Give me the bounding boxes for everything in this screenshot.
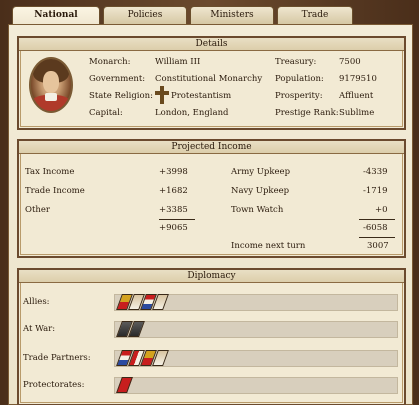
monarch-value: William III xyxy=(155,57,201,67)
prestige-value: Sublime xyxy=(339,108,375,118)
allies-label: Allies: xyxy=(23,297,50,307)
diplomacy-title: Diplomacy xyxy=(19,270,404,283)
tax-income-label: Tax Income xyxy=(25,167,75,177)
diplomacy-panel: Diplomacy Allies: At War: Trade Partners… xyxy=(17,268,406,405)
income-panel: Projected Income Tax Income +3998 Trade … xyxy=(17,139,406,258)
monarch-label: Monarch: xyxy=(89,57,131,67)
other-income-label: Other xyxy=(25,205,50,215)
navy-upkeep-label: Navy Upkeep xyxy=(231,186,290,196)
trade-partners-bar[interactable] xyxy=(114,350,398,367)
trade-partners-label: Trade Partners: xyxy=(23,353,91,363)
treasury-label: Treasury: xyxy=(275,57,317,67)
monarch-portrait[interactable] xyxy=(29,57,73,113)
trade-income-label: Trade Income xyxy=(25,186,85,196)
tab-national-summary[interactable]: National Summary xyxy=(12,6,100,37)
tab-policies[interactable]: Policies xyxy=(103,6,187,24)
net-income-rule xyxy=(359,237,395,238)
town-watch-value: +0 xyxy=(375,205,388,215)
expense-total-value: -6058 xyxy=(363,223,388,233)
details-title: Details xyxy=(19,38,404,51)
protectorate-flag-icon[interactable] xyxy=(116,377,133,393)
religion-value: Protestantism xyxy=(171,91,232,101)
protectorates-label: Protectorates: xyxy=(23,380,85,390)
tab-ministers[interactable]: Ministers xyxy=(190,6,274,24)
tax-income-value: +3998 xyxy=(159,167,188,177)
income-sum-rule xyxy=(159,219,195,220)
capital-label: Capital: xyxy=(89,108,123,118)
summary-page: Details Monarch: William III Government:… xyxy=(8,24,413,405)
capital-value: London, England xyxy=(155,108,229,118)
army-upkeep-value: -4339 xyxy=(363,167,388,177)
population-label: Population: xyxy=(275,74,324,84)
government-value: Constitutional Monarchy xyxy=(155,74,263,84)
trade-income-value: +1682 xyxy=(159,186,188,196)
government-label: Government: xyxy=(89,74,146,84)
expense-sum-rule xyxy=(359,219,395,220)
population-value: 9179510 xyxy=(339,74,377,84)
income-title: Projected Income xyxy=(19,141,404,154)
army-upkeep-label: Army Upkeep xyxy=(231,167,291,177)
income-next-turn-label: Income next turn xyxy=(231,241,306,251)
prosperity-label: Prosperity: xyxy=(275,91,323,101)
allies-bar[interactable] xyxy=(114,294,398,311)
other-income-value: +3385 xyxy=(159,205,188,215)
income-total-value: +9065 xyxy=(159,223,188,233)
income-next-turn-value: 3007 xyxy=(367,241,389,251)
tab-trade[interactable]: Trade xyxy=(277,6,353,24)
religion-cross-icon xyxy=(155,86,169,104)
treasury-value: 7500 xyxy=(339,57,361,67)
prosperity-value: Affluent xyxy=(339,91,374,101)
prestige-label: Prestige Rank: xyxy=(275,108,339,118)
navy-upkeep-value: -1719 xyxy=(363,186,388,196)
religion-label: State Religion: xyxy=(89,91,153,101)
at-war-label: At War: xyxy=(23,324,56,334)
protectorates-bar[interactable] xyxy=(114,377,398,394)
at-war-bar[interactable] xyxy=(114,321,398,338)
tab-bar: National Summary Policies Ministers Trad… xyxy=(12,6,353,37)
town-watch-label: Town Watch xyxy=(231,205,284,215)
details-panel: Details Monarch: William III Government:… xyxy=(17,36,406,130)
